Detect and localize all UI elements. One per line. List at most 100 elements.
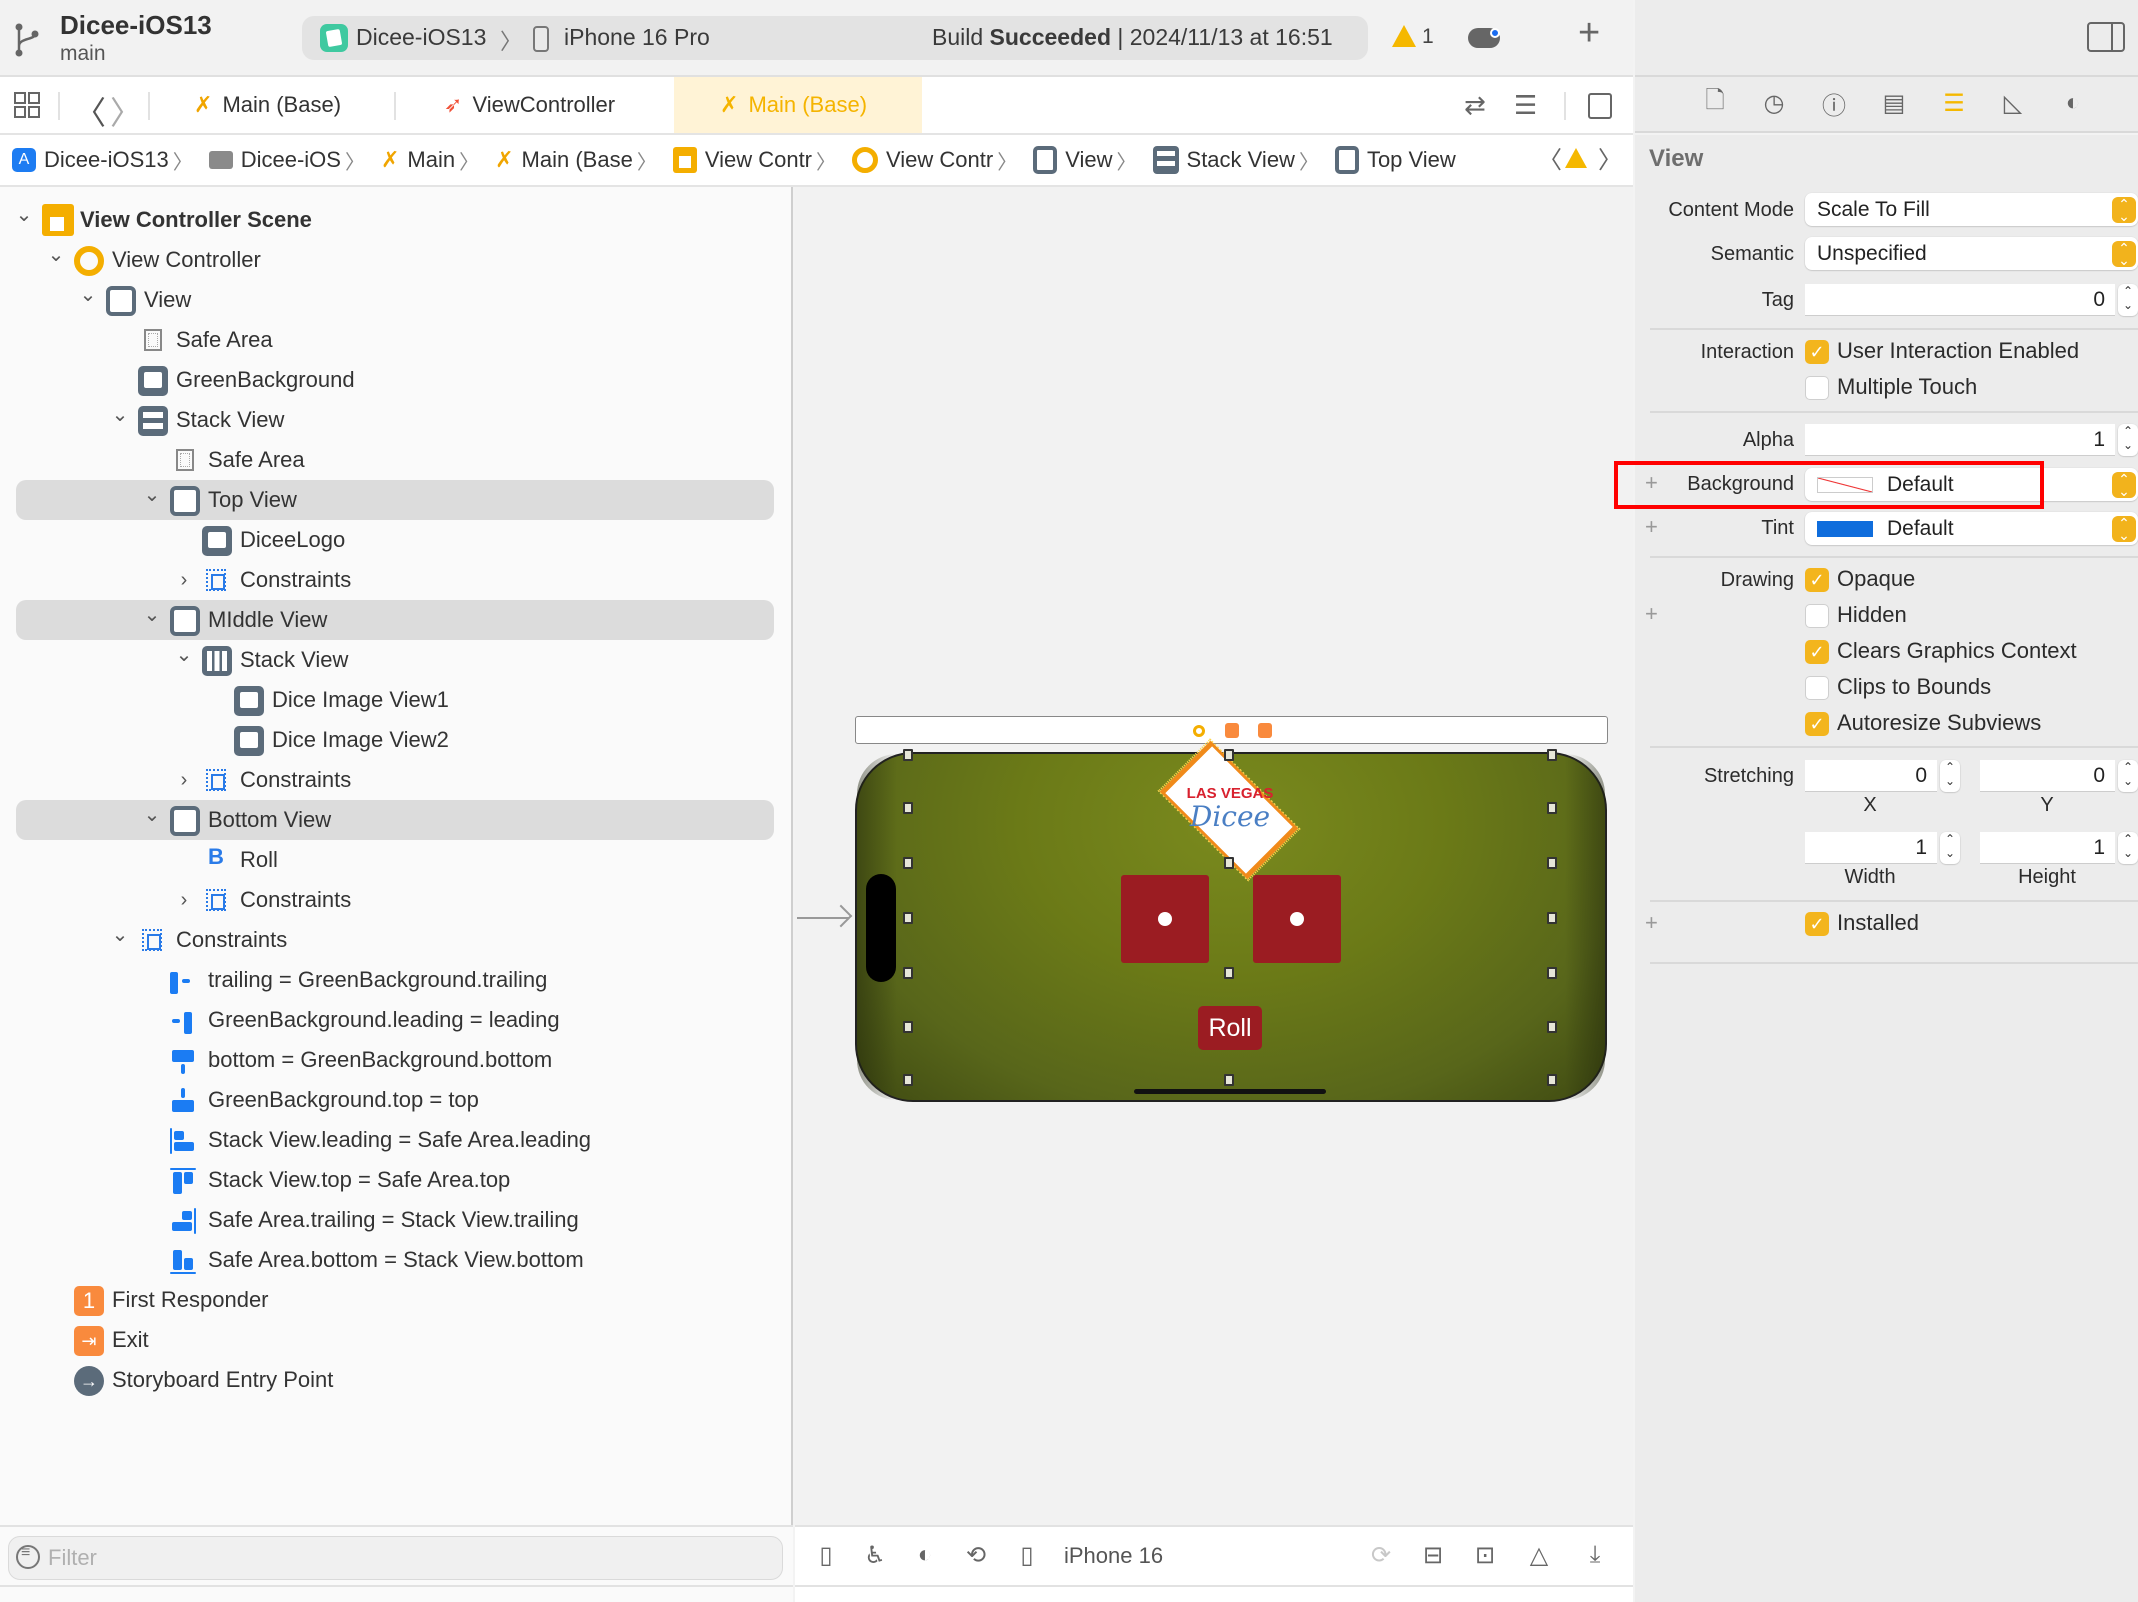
- outline-row[interactable]: Dice Image View1: [16, 680, 774, 720]
- chevron-right-icon[interactable]: ›: [174, 569, 194, 592]
- outline-row[interactable]: GreenBackground: [16, 360, 774, 400]
- semantic-popup[interactable]: Unspecified ⌃ ⌄: [1805, 237, 2138, 270]
- outline-row[interactable]: DiceeLogo: [16, 520, 774, 560]
- resize-handle[interactable]: [1547, 749, 1557, 761]
- resize-handle[interactable]: [1224, 749, 1234, 761]
- outline-row[interactable]: › Constraints: [16, 760, 774, 800]
- resize-handle[interactable]: [903, 749, 913, 761]
- identity-inspector-icon[interactable]: ▤: [1879, 88, 1909, 118]
- attributes-inspector-icon[interactable]: ☰: [1939, 88, 1969, 118]
- resize-handle[interactable]: [1547, 967, 1557, 979]
- next-issue-button[interactable]: 〉: [1598, 140, 1622, 175]
- outline-row[interactable]: Safe Area.bottom = Stack View.bottom: [16, 1240, 774, 1280]
- chevron-right-icon[interactable]: ›: [174, 769, 194, 792]
- chevron-down-icon[interactable]: ⌄: [142, 802, 162, 827]
- scheme-selector[interactable]: Dicee-iOS13: [356, 24, 486, 51]
- stretch-width-stepper[interactable]: ⌃ ⌄: [1940, 832, 1960, 864]
- clears-graphics-context-checkbox[interactable]: ✓: [1805, 640, 1829, 664]
- resize-handle[interactable]: [903, 1074, 913, 1086]
- update-frames-icon[interactable]: ⟳: [1366, 1540, 1396, 1570]
- entry-point-arrow[interactable]: [797, 917, 849, 919]
- outline-row[interactable]: ⌄ View Controller Scene: [16, 200, 774, 240]
- editor-options-icon[interactable]: ☰: [1514, 90, 1537, 121]
- tab-main-base[interactable]: ✗ Main (Base): [194, 77, 341, 133]
- filter-input[interactable]: [48, 1538, 768, 1578]
- outline-row[interactable]: bottom = GreenBackground.bottom: [16, 1040, 774, 1080]
- multiple-touch-checkbox[interactable]: [1805, 376, 1829, 400]
- outline-row[interactable]: GreenBackground.leading = leading: [16, 1000, 774, 1040]
- connections-inspector-icon[interactable]: ◐: [2058, 88, 2088, 118]
- content-mode-popup[interactable]: Scale To Fill ⌃ ⌄: [1805, 193, 2138, 226]
- forward-button[interactable]: 〉: [110, 88, 142, 134]
- outline-row[interactable]: ⇥ Exit: [16, 1320, 774, 1360]
- device-icon[interactable]: ▯: [1012, 1540, 1042, 1570]
- dice-image-view-1[interactable]: [1121, 875, 1209, 963]
- run-destination-selector[interactable]: iPhone 16 Pro: [564, 24, 710, 51]
- resize-handle[interactable]: [1547, 1074, 1557, 1086]
- outline-row[interactable]: GreenBackground.top = top: [16, 1080, 774, 1120]
- chevron-right-icon[interactable]: ›: [174, 889, 194, 912]
- resize-handle[interactable]: [1547, 802, 1557, 814]
- resize-handle[interactable]: [903, 912, 913, 924]
- stretch-width-field[interactable]: 1: [1805, 832, 1937, 864]
- help-inspector-icon[interactable]: ⓘ: [1819, 88, 1849, 120]
- breadcrumb-item[interactable]: Top View: [1334, 146, 1456, 174]
- chevron-down-icon[interactable]: ⌄: [110, 402, 130, 427]
- outline-row[interactable]: Stack View.top = Safe Area.top: [16, 1160, 774, 1200]
- view-controller-icon[interactable]: [1193, 725, 1205, 737]
- opaque-checkbox[interactable]: ✓: [1805, 568, 1829, 592]
- outline-row[interactable]: Safe Area.trailing = Stack View.trailing: [16, 1200, 774, 1240]
- breadcrumb-item[interactable]: Dicee-iOS 〉: [208, 146, 373, 175]
- breadcrumb-item[interactable]: View Contr 〉: [852, 146, 1025, 175]
- clips-to-bounds-checkbox[interactable]: [1805, 676, 1829, 700]
- stretch-height-stepper[interactable]: ⌃ ⌄: [2118, 832, 2138, 864]
- resize-handle[interactable]: [1224, 1074, 1234, 1086]
- outline-row[interactable]: Safe Area: [16, 440, 774, 480]
- tag-stepper[interactable]: ⌃ ⌄: [2118, 284, 2138, 316]
- tab-viewcontroller[interactable]: ➶ ViewController: [444, 77, 615, 133]
- chevron-down-icon[interactable]: ⌄: [142, 482, 162, 507]
- warning-count[interactable]: 1: [1422, 25, 1434, 49]
- chevron-down-icon[interactable]: ⌄: [14, 202, 34, 227]
- breadcrumb-item[interactable]: View Contr 〉: [672, 146, 844, 175]
- embed-in-icon[interactable]: ⤓: [1580, 1540, 1610, 1570]
- autoresize-subviews-checkbox[interactable]: ✓: [1805, 712, 1829, 736]
- breadcrumb-item[interactable]: A Dicee-iOS13 〉: [12, 146, 201, 175]
- history-inspector-icon[interactable]: ◷: [1759, 88, 1789, 118]
- resize-handle[interactable]: [903, 857, 913, 869]
- outline-row[interactable]: ⌄ Stack View: [16, 400, 774, 440]
- resize-handle[interactable]: [1224, 967, 1234, 979]
- outline-row[interactable]: Safe Area: [16, 320, 774, 360]
- chevron-down-icon[interactable]: ⌄: [142, 602, 162, 627]
- user-interaction-checkbox[interactable]: ✓: [1805, 340, 1829, 364]
- orientation-icon[interactable]: ⟲: [961, 1540, 991, 1570]
- toggle-outline-icon[interactable]: ▯: [811, 1540, 841, 1570]
- hidden-checkbox[interactable]: [1805, 604, 1829, 628]
- breadcrumb-item[interactable]: ✗ Main (Base 〉: [495, 146, 665, 175]
- chevron-down-icon[interactable]: ⌄: [174, 642, 194, 667]
- warning-icon[interactable]: [1565, 148, 1587, 168]
- stretch-y-stepper[interactable]: ⌃ ⌄: [2118, 760, 2138, 792]
- warning-icon[interactable]: [1392, 25, 1416, 47]
- stretch-x-stepper[interactable]: ⌃ ⌄: [1940, 760, 1960, 792]
- breadcrumb-item[interactable]: View 〉: [1033, 146, 1144, 175]
- resize-handle[interactable]: [1547, 1021, 1557, 1033]
- breadcrumb-item[interactable]: Stack View 〉: [1152, 146, 1327, 175]
- add-variation-icon[interactable]: +: [1645, 910, 1658, 936]
- outline-row[interactable]: ⌄ Top View: [16, 480, 774, 520]
- roll-button[interactable]: Roll: [1198, 1006, 1262, 1050]
- branch-name[interactable]: main: [60, 42, 106, 66]
- add-constraints-icon[interactable]: ⊡: [1470, 1540, 1500, 1570]
- resize-handle[interactable]: [903, 802, 913, 814]
- stretch-height-field[interactable]: 1: [1980, 832, 2115, 864]
- outline-row[interactable]: › Constraints: [16, 560, 774, 600]
- toggle-inspector-icon[interactable]: [2087, 22, 2125, 52]
- breadcrumb-item[interactable]: ✗ Main 〉: [381, 146, 487, 175]
- appearance-icon[interactable]: ◐: [910, 1540, 940, 1570]
- outline-row[interactable]: ⌄ View: [16, 280, 774, 320]
- align-icon[interactable]: ⊟: [1418, 1540, 1448, 1570]
- resize-handle[interactable]: [1547, 912, 1557, 924]
- chevron-down-icon[interactable]: ⌄: [110, 922, 130, 947]
- outline-row[interactable]: trailing = GreenBackground.trailing: [16, 960, 774, 1000]
- related-items-icon[interactable]: [14, 92, 40, 118]
